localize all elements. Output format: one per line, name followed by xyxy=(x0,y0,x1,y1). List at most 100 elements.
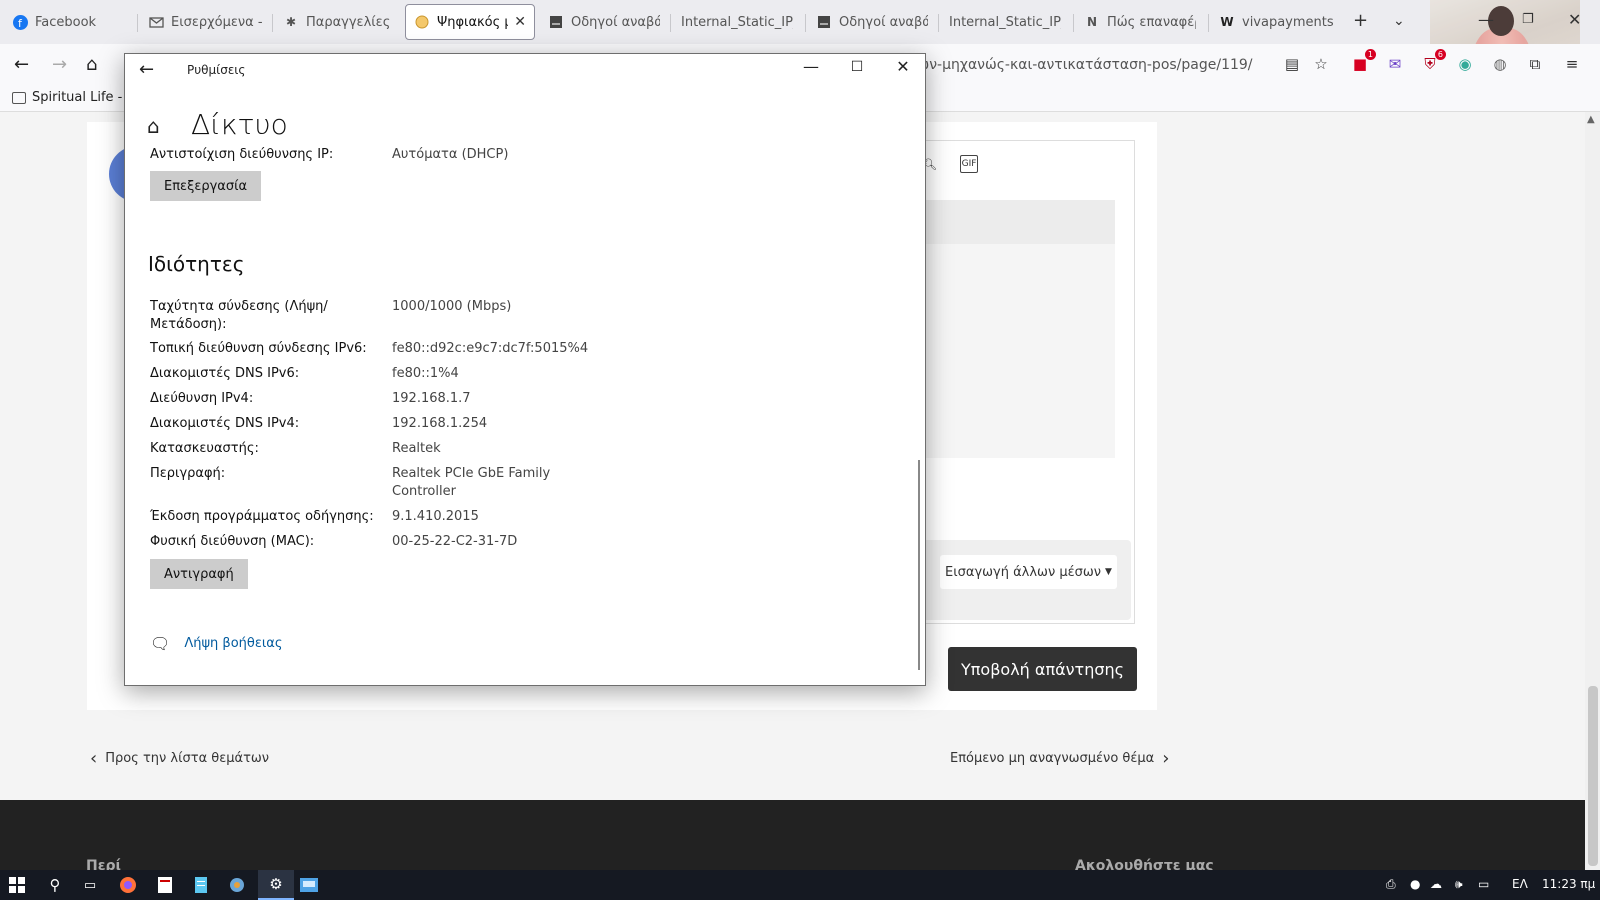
tab-label: Facebook xyxy=(35,14,97,30)
tab-orders[interactable]: ✱ Παραγγελίες ‹ Sp xyxy=(275,4,401,40)
chevron-right-icon: › xyxy=(1162,748,1170,769)
search-icon[interactable]: ⚲ xyxy=(44,874,66,896)
copy-button[interactable]: Αντιγραφή xyxy=(150,559,248,589)
tab-label: Παραγγελίες ‹ Sp xyxy=(306,14,393,30)
tab-separator xyxy=(1073,14,1074,32)
tab-upgrade-guides[interactable]: Οδηγοί αναβάθμ xyxy=(540,4,668,40)
tab-separator xyxy=(1208,14,1209,32)
tab-how-restore[interactable]: N Πώς επαναφέρω xyxy=(1076,4,1204,40)
get-help-label: Λήψη βοήθειας xyxy=(184,636,283,651)
url-bar[interactable]: ακών-μηχανώς-και-αντικατάσταση-pos/page/… xyxy=(900,50,1270,80)
tab-label: Πώς επαναφέρω xyxy=(1107,14,1196,30)
home-icon[interactable]: ⌂ xyxy=(86,54,97,75)
reader-view-icon[interactable]: ▤ xyxy=(1282,54,1302,74)
submit-reply-button[interactable]: Υποβολή απάντησης xyxy=(948,647,1137,691)
page-icon xyxy=(816,14,832,30)
property-value: Realtek xyxy=(392,441,441,456)
tab-separator xyxy=(137,14,138,32)
tab-separator xyxy=(670,14,671,32)
tab-static-ip-guide-2[interactable]: Internal_Static_IP_Gui xyxy=(941,4,1069,40)
file-app-icon[interactable] xyxy=(154,874,176,896)
control-panel-icon[interactable] xyxy=(298,874,320,896)
tab-inbox[interactable]: Εισερχόμενα - Zo xyxy=(140,4,270,40)
app-tray-icon[interactable]: ● xyxy=(1410,877,1420,891)
tab-vivapayments[interactable]: W vivapayments.co xyxy=(1211,4,1341,40)
gif-icon[interactable]: GIF xyxy=(960,155,978,173)
settings-close-icon[interactable]: ✕ xyxy=(891,57,915,76)
extension-green-icon[interactable]: ◉ xyxy=(1455,54,1475,74)
editor-header xyxy=(905,200,1115,244)
tab-label: Internal_Static_IP_Gui xyxy=(949,14,1061,30)
tab-upgrade-guides-2[interactable]: Οδηγοί αναβάθμ xyxy=(808,4,936,40)
restore-window-icon[interactable]: ❐ xyxy=(1522,12,1534,27)
mail-icon xyxy=(148,14,164,30)
network-icon[interactable]: ▭ xyxy=(1478,877,1489,891)
close-tab-icon[interactable]: ✕ xyxy=(514,14,526,30)
next-unread-link[interactable]: Επόμενο μη αναγνωσμένο θέμα › xyxy=(950,748,1177,769)
tab-active-current[interactable]: Ψηφιακός μετ ✕ xyxy=(405,4,535,40)
url-text: ακών-μηχανώς-και-αντικατάσταση-pos/page/… xyxy=(900,57,1253,73)
back-to-topics-link[interactable]: ‹ Προς την λίστα θεμάτων xyxy=(82,748,269,769)
settings-home-icon[interactable]: ⌂ xyxy=(147,114,160,138)
bookmark-folder[interactable]: Spiritual Life - To xyxy=(12,90,140,105)
next-unread-label: Επόμενο μη αναγνωσμένο θέμα xyxy=(950,751,1155,766)
extension-globe-icon[interactable]: ◍ xyxy=(1490,54,1510,74)
forward-arrow-icon[interactable]: → xyxy=(52,54,67,75)
clock[interactable]: 11:23 πμ xyxy=(1542,877,1595,891)
folder-icon xyxy=(12,91,26,104)
page-footer: Περί Ακολουθήστε μας xyxy=(0,800,1585,874)
property-label: Διακομιστές DNS IPv6: xyxy=(150,366,300,381)
firefox-icon[interactable] xyxy=(117,874,139,896)
property-value: fe80::1%4 xyxy=(392,366,459,381)
scroll-up-icon[interactable]: ▲ xyxy=(1587,114,1595,125)
tab-label: Εισερχόμενα - Zo xyxy=(171,14,262,30)
settings-window-title: Ρυθμίσεις xyxy=(187,63,246,77)
list-tabs-chevron-icon[interactable]: ⌄ xyxy=(1393,13,1405,29)
new-tab-icon[interactable]: + xyxy=(1353,10,1368,31)
page-title: Δίκτυο xyxy=(191,108,288,141)
shield-extension-icon[interactable]: ⛨ 6 xyxy=(1420,49,1446,74)
minimize-window-icon[interactable]: — xyxy=(1478,10,1494,29)
settings-maximize-icon[interactable]: ☐ xyxy=(845,59,869,75)
cloud-tray-icon[interactable]: ☁ xyxy=(1430,877,1442,891)
volume-icon[interactable]: 🕪︎ xyxy=(1455,877,1463,892)
property-value: fe80::d92c:e9c7:dc7f:5015%4 xyxy=(392,341,589,356)
property-label: Έκδοση προγράμματος οδήγησης: xyxy=(150,509,374,524)
language-indicator[interactable]: ΕΛ xyxy=(1512,877,1528,891)
properties-heading: Ιδιότητες xyxy=(148,252,245,276)
close-window-icon[interactable]: ✕ xyxy=(1568,10,1581,29)
usb-tray-icon[interactable]: ⎙ xyxy=(1386,877,1396,892)
task-view-icon[interactable]: ▭ xyxy=(79,874,101,896)
tab-static-ip-guide[interactable]: Internal_Static_IP_Gui xyxy=(673,4,801,40)
settings-gear-icon[interactable]: ⚙ xyxy=(258,870,294,900)
tab-facebook[interactable]: f Facebook xyxy=(4,4,134,40)
tab-label: Ψηφιακός μετ xyxy=(437,14,508,30)
editor-text-area[interactable] xyxy=(905,244,1115,458)
mail-extension-icon[interactable]: ✉ xyxy=(1385,54,1405,74)
notion-icon: N xyxy=(1086,15,1098,29)
settings-titlebar: ← Ρυθμίσεις — ☐ ✕ xyxy=(125,54,925,86)
property-label: Ταχύτητα σύνδεσης (Λήψη/ Μετάδοση): xyxy=(150,299,328,332)
extensions-puzzle-icon[interactable]: ⧉ xyxy=(1525,54,1545,74)
windows-taskbar: ⚲ ▭ ⚙ ⎙ ● ☁ 🕪︎ ▭ ΕΛ 11:23 πμ xyxy=(0,870,1600,900)
extension-red-icon[interactable]: ■ 1 xyxy=(1350,49,1376,74)
edit-button[interactable]: Επεξεργασία xyxy=(150,171,262,201)
get-help-link[interactable]: 🗨︎ Λήψη βοήθειας xyxy=(150,634,282,653)
ip-assignment-label: Αντιστοίχιση διεύθυνσης IP: xyxy=(150,147,334,162)
bookmark-star-icon[interactable]: ☆ xyxy=(1311,54,1331,74)
shield-badge: 6 xyxy=(1434,49,1446,60)
extension-badge: 1 xyxy=(1364,49,1376,60)
settings-back-icon[interactable]: ← xyxy=(139,59,154,80)
settings-scrollbar[interactable] xyxy=(918,460,920,670)
tab-label: vivapayments.co xyxy=(1242,14,1333,30)
notepad-icon[interactable] xyxy=(190,874,212,896)
menu-hamburger-icon[interactable]: ≡ xyxy=(1562,54,1582,74)
settings-minimize-icon[interactable]: — xyxy=(799,57,823,76)
start-windows-icon[interactable] xyxy=(6,874,28,896)
help-chat-icon: 🗨︎ xyxy=(150,634,171,653)
page-scrollbar-thumb[interactable] xyxy=(1588,686,1598,866)
insert-media-button[interactable]: Εισαγωγή άλλων μέσων ▼ xyxy=(940,555,1117,589)
back-arrow-icon[interactable]: ← xyxy=(14,54,29,75)
network-app-icon[interactable] xyxy=(226,874,248,896)
facebook-icon: f xyxy=(12,14,28,30)
